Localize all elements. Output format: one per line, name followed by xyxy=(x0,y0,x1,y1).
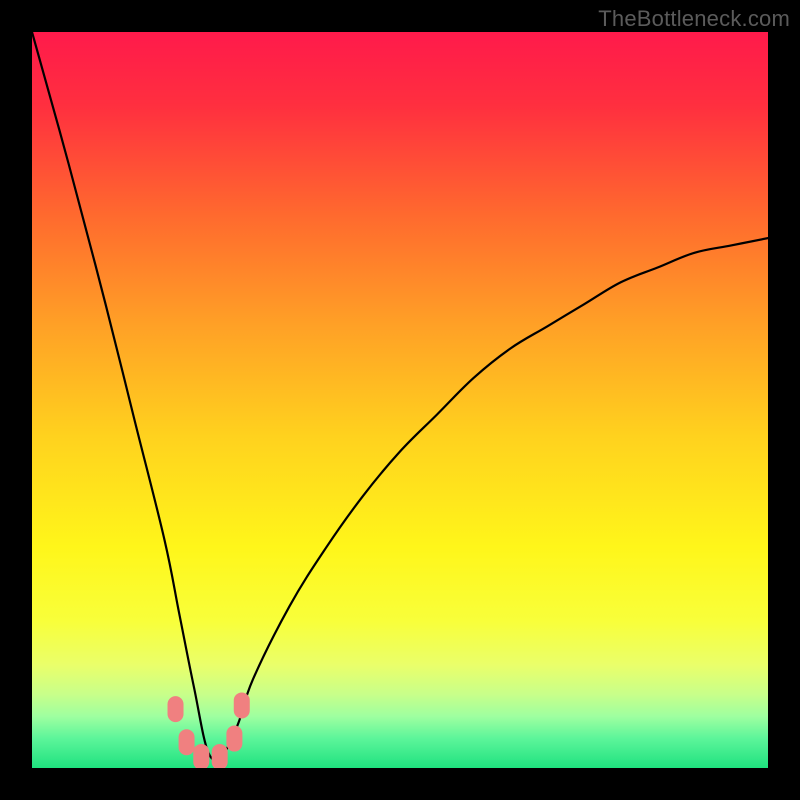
marker-dot xyxy=(234,692,250,718)
pink-markers xyxy=(168,692,250,768)
marker-dot xyxy=(179,729,195,755)
plot-area xyxy=(32,32,768,768)
marker-dot xyxy=(226,726,242,752)
watermark-text: TheBottleneck.com xyxy=(598,6,790,32)
curve-layer xyxy=(32,32,768,768)
marker-dot xyxy=(212,744,228,768)
marker-dot xyxy=(168,696,184,722)
chart-frame: TheBottleneck.com xyxy=(0,0,800,800)
marker-dot xyxy=(193,744,209,768)
bottleneck-curve xyxy=(32,32,768,760)
